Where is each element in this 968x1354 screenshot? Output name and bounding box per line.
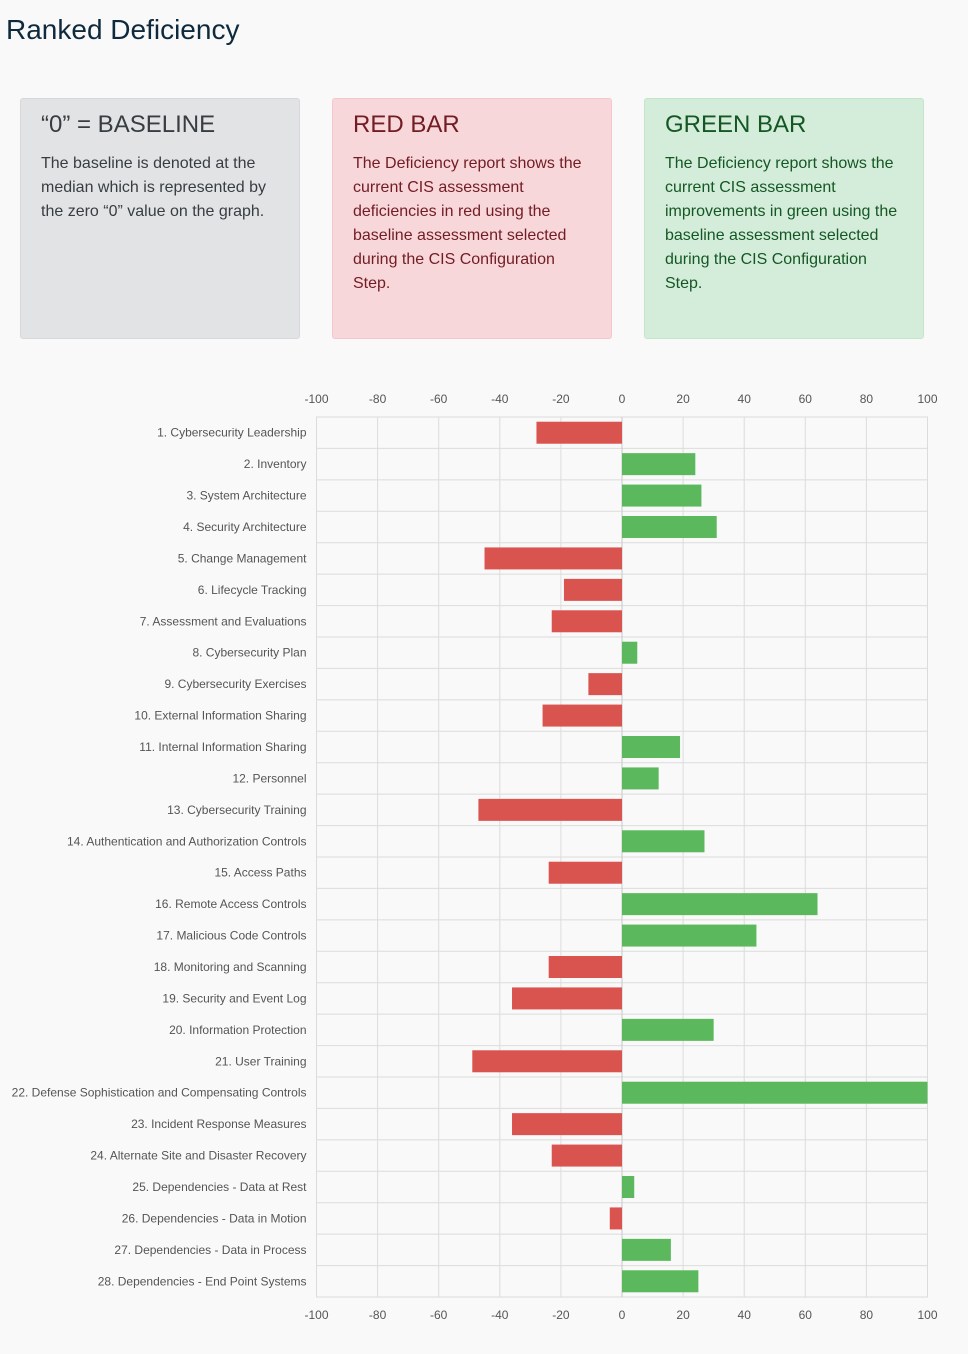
- bar: [622, 893, 818, 916]
- x-tick-label-top: 80: [860, 392, 874, 406]
- x-tick-label-bottom: -20: [552, 1308, 570, 1322]
- category-label: 12. Personnel: [232, 771, 306, 785]
- bar: [563, 578, 622, 601]
- category-label: 17. Malicious Code Controls: [156, 929, 306, 943]
- bar: [588, 673, 622, 696]
- bar: [484, 547, 622, 570]
- bar: [622, 453, 696, 476]
- red-bar-card: RED BAR The Deficiency report shows the …: [332, 98, 612, 339]
- bar: [622, 1238, 671, 1261]
- x-tick-label-top: 60: [799, 392, 813, 406]
- bar: [512, 987, 622, 1010]
- bar: [622, 830, 705, 853]
- x-tick-label-top: -40: [491, 392, 509, 406]
- x-tick-label-top: 40: [738, 392, 752, 406]
- bar: [542, 704, 622, 727]
- bar: [548, 861, 622, 884]
- bar: [622, 1270, 699, 1293]
- bar: [622, 767, 659, 790]
- category-label: 5. Change Management: [178, 551, 307, 565]
- red-bar-card-body: The Deficiency report shows the current …: [353, 155, 582, 292]
- category-label: 19. Security and Event Log: [162, 991, 306, 1005]
- bar: [622, 484, 702, 507]
- bar: [622, 1018, 714, 1041]
- baseline-card-title: “0” = BASELINE: [41, 111, 216, 138]
- category-label: 2. Inventory: [244, 457, 307, 471]
- x-tick-label-bottom: -100: [304, 1308, 328, 1322]
- x-tick-label-bottom: -60: [430, 1308, 448, 1322]
- green-bar-card-body: The Deficiency report shows the current …: [665, 155, 898, 292]
- green-bar-card: GREEN BAR The Deficiency report shows th…: [644, 98, 924, 339]
- page-title: Ranked Deficiency: [6, 14, 240, 45]
- category-label: 8. Cybersecurity Plan: [192, 646, 306, 660]
- category-label: 22. Defense Sophistication and Compensat…: [12, 1086, 307, 1100]
- category-label: 1. Cybersecurity Leadership: [157, 426, 307, 440]
- x-tick-label-top: -60: [430, 392, 448, 406]
- category-label: 9. Cybersecurity Exercises: [164, 677, 306, 691]
- x-tick-label-bottom: -80: [369, 1308, 387, 1322]
- x-tick-label-top: 20: [676, 392, 690, 406]
- category-label: 6. Lifecycle Tracking: [198, 583, 307, 597]
- bar: [622, 516, 717, 538]
- bar: [622, 1176, 635, 1198]
- legend-cards: “0” = BASELINE The baseline is denoted a…: [20, 98, 926, 341]
- bar: [551, 1144, 622, 1167]
- category-label: 20. Information Protection: [169, 1023, 306, 1037]
- category-label: 26. Dependencies - Data in Motion: [122, 1211, 307, 1225]
- category-label: 3. System Architecture: [186, 489, 306, 503]
- bar: [622, 641, 638, 664]
- bar: [622, 736, 681, 758]
- category-label: 23. Incident Response Measures: [131, 1117, 306, 1131]
- x-tick-label-bottom: 100: [917, 1308, 937, 1322]
- x-tick-label-top: -100: [304, 392, 328, 406]
- category-label: 21. User Training: [215, 1054, 306, 1068]
- bar: [478, 798, 622, 821]
- x-tick-label-bottom: 80: [860, 1308, 874, 1322]
- x-tick-label-top: -80: [369, 392, 387, 406]
- category-label: 10. External Information Sharing: [134, 709, 306, 723]
- category-label: 7. Assessment and Evaluations: [140, 614, 307, 628]
- bar: [548, 956, 622, 978]
- bar: [551, 610, 622, 633]
- x-tick-label-bottom: -40: [491, 1308, 509, 1322]
- category-label: 25. Dependencies - Data at Rest: [132, 1180, 307, 1194]
- category-label: 4. Security Architecture: [183, 520, 307, 534]
- green-bar-card-title: GREEN BAR: [665, 111, 807, 138]
- category-label: 24. Alternate Site and Disaster Recovery: [90, 1149, 306, 1163]
- category-label: 13. Cybersecurity Training: [167, 803, 306, 817]
- category-label: 16. Remote Access Controls: [155, 897, 306, 911]
- category-label: 18. Monitoring and Scanning: [154, 960, 307, 974]
- baseline-card: “0” = BASELINE The baseline is denoted a…: [20, 98, 300, 339]
- category-label: 11. Internal Information Sharing: [139, 740, 306, 754]
- bar: [622, 1081, 928, 1104]
- bar: [512, 1113, 622, 1136]
- x-tick-label-top: 100: [917, 392, 937, 406]
- category-label: 28. Dependencies - End Point Systems: [98, 1274, 307, 1288]
- category-label: 14. Authentication and Authorization Con…: [67, 834, 307, 848]
- bar: [536, 421, 622, 444]
- category-label: 15. Access Paths: [214, 866, 306, 880]
- x-tick-label-bottom: 60: [799, 1308, 813, 1322]
- x-tick-label-bottom: 40: [738, 1308, 752, 1322]
- x-tick-label-bottom: 20: [676, 1308, 690, 1322]
- bar: [622, 924, 757, 947]
- bar: [609, 1207, 622, 1230]
- deficiency-bar-chart: -100 -100 -80 -80 -60 -60 -40 -40 -20 -20 0 0 20 20 40…: [12, 392, 938, 1322]
- x-tick-label-top: -20: [552, 392, 570, 406]
- x-tick-label-top: 0: [619, 392, 626, 406]
- x-tick-label-bottom: 0: [619, 1308, 626, 1322]
- red-bar-card-title: RED BAR: [353, 111, 460, 138]
- baseline-card-body: The baseline is denoted at the median wh…: [41, 155, 267, 220]
- bar: [472, 1050, 622, 1073]
- category-label: 27. Dependencies - Data in Process: [114, 1243, 306, 1257]
